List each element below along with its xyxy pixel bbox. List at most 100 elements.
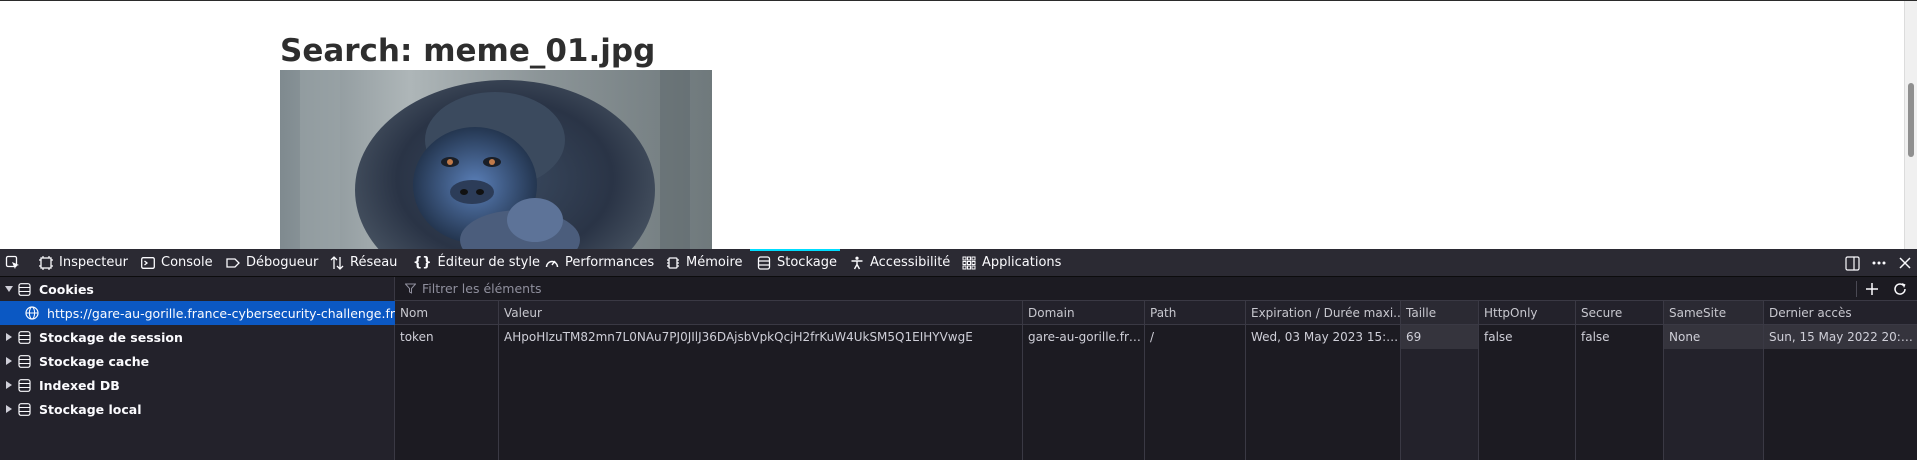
tab-applications[interactable]: Applications — [962, 249, 1061, 276]
tree-item-label: Stockage de session — [39, 329, 183, 345]
storage-icon — [18, 402, 31, 416]
tab-storage[interactable]: Stockage — [757, 249, 837, 276]
cookie-httponly-cell[interactable]: false — [1479, 325, 1576, 349]
cookie-value-cell[interactable]: AHpoHIzuTM82mn7L0NAu7PJ0JIlJ36DAjsbVpkQc… — [499, 325, 1023, 349]
collapsed-arrow-icon[interactable] — [4, 333, 14, 341]
cookie-size-cell[interactable]: 69 — [1401, 325, 1479, 349]
tab-label: Éditeur de style — [437, 255, 540, 270]
cookie-name-cell[interactable]: token — [395, 325, 499, 349]
filter-placeholder: Filtrer les éléments — [422, 281, 542, 296]
tab-label: Console — [161, 255, 213, 270]
devtools-toolbar: Inspecteur Console Débogueur Réseau {} É… — [0, 249, 1917, 277]
column-header-name[interactable]: Nom — [395, 301, 499, 325]
column-fill — [1023, 349, 1145, 460]
page-title: Search: meme_01.jpg — [280, 33, 656, 69]
add-item-button[interactable] — [1863, 280, 1881, 298]
cookie-table-panel: Filtrer les éléments Nom Valeur Domain P… — [395, 277, 1917, 460]
cookie-samesite-cell[interactable]: None — [1664, 325, 1764, 349]
expanded-arrow-icon[interactable] — [4, 285, 14, 293]
tree-item-label: Stockage local — [39, 401, 142, 417]
tab-memory[interactable]: Mémoire — [666, 249, 743, 276]
tree-item-label: Indexed DB — [39, 377, 120, 393]
column-fill — [1145, 349, 1246, 460]
cookie-path-cell[interactable]: / — [1145, 325, 1246, 349]
performance-icon — [545, 260, 559, 267]
column-header-expires[interactable]: Expiration / Durée maxi... — [1246, 301, 1401, 325]
refresh-button[interactable] — [1891, 280, 1909, 298]
column-header-samesite[interactable]: SameSite — [1664, 301, 1764, 325]
cookie-last-access-cell[interactable]: Sun, 15 May 2022 20:19... — [1764, 325, 1917, 349]
collapsed-arrow-icon[interactable] — [4, 405, 14, 413]
storage-tree: Cookies https://gare-au-gorille.france-c… — [0, 277, 395, 460]
column-fill — [395, 349, 499, 460]
gorilla-photo — [280, 70, 712, 249]
page-scrollbar[interactable] — [1904, 1, 1917, 249]
globe-icon — [25, 306, 39, 320]
tab-network[interactable]: Réseau — [330, 249, 397, 276]
tab-label: Performances — [565, 255, 655, 270]
column-fill — [1664, 349, 1764, 460]
tab-debugger[interactable]: Débogueur — [226, 249, 318, 276]
tab-label: Accessibilité — [870, 255, 951, 270]
storage-icon — [18, 330, 31, 344]
tab-label: Réseau — [350, 255, 398, 270]
tree-item-indexed-db[interactable]: Indexed DB — [0, 373, 395, 397]
column-header-domain[interactable]: Domain — [1023, 301, 1145, 325]
tree-item-cookies[interactable]: Cookies — [0, 277, 395, 301]
collapsed-arrow-icon[interactable] — [4, 381, 14, 389]
cookie-expires-cell[interactable]: Wed, 03 May 2023 15:1... — [1246, 325, 1401, 349]
accessibility-icon — [851, 256, 863, 269]
tab-style-editor[interactable]: {} Éditeur de style — [413, 249, 540, 276]
tree-item-local-storage[interactable]: Stockage local — [0, 397, 395, 421]
column-header-httponly[interactable]: HttpOnly — [1479, 301, 1576, 325]
column-fill — [1479, 349, 1576, 460]
tree-item-label: Stockage cache — [39, 353, 150, 369]
tab-accessibility[interactable]: Accessibilité — [850, 249, 950, 276]
tab-performance[interactable]: Performances — [545, 249, 654, 276]
column-fill — [1401, 349, 1479, 460]
tab-label: Inspecteur — [59, 255, 128, 270]
applications-icon — [962, 256, 976, 269]
devtools-panel: Inspecteur Console Débogueur Réseau {} É… — [0, 249, 1917, 460]
column-fill — [1576, 349, 1664, 460]
web-page: Search: meme_01.jpg — [0, 0, 1917, 249]
storage-icon — [757, 255, 771, 270]
tree-item-session-storage[interactable]: Stockage de session — [0, 325, 395, 349]
collapsed-arrow-icon[interactable] — [4, 357, 14, 365]
cookie-secure-cell[interactable]: false — [1576, 325, 1664, 349]
filter-icon — [405, 283, 416, 294]
toolbar-divider — [1856, 281, 1857, 297]
inspector-icon — [39, 255, 53, 270]
tab-label: Mémoire — [686, 255, 743, 270]
console-icon — [141, 256, 155, 269]
close-icon[interactable] — [1896, 254, 1914, 272]
column-fill — [1246, 349, 1401, 460]
tree-item-label: Cookies — [39, 281, 94, 297]
storage-icon — [18, 354, 31, 368]
tab-inspector[interactable]: Inspecteur — [39, 249, 128, 276]
tree-item-label: https://gare-au-gorille.france-cybersecu… — [47, 305, 395, 321]
cookie-domain-cell[interactable]: gare-au-gorille.fra... — [1023, 325, 1145, 349]
filter-bar: Filtrer les éléments — [395, 277, 1917, 301]
scrollbar-thumb[interactable] — [1908, 83, 1914, 157]
column-fill — [499, 349, 1023, 460]
element-picker-icon[interactable] — [4, 254, 22, 272]
memory-icon — [667, 256, 679, 269]
plus-icon — [1866, 283, 1878, 295]
column-header-size[interactable]: Taille — [1401, 301, 1479, 325]
tab-label: Applications — [982, 255, 1062, 270]
style-editor-icon: {} — [413, 255, 432, 270]
column-header-secure[interactable]: Secure — [1576, 301, 1664, 325]
tree-item-origin[interactable]: https://gare-au-gorille.france-cybersecu… — [0, 301, 395, 325]
tree-item-cache-storage[interactable]: Stockage cache — [0, 349, 395, 373]
network-icon — [330, 255, 344, 270]
dock-side-icon[interactable] — [1843, 254, 1861, 272]
column-header-value[interactable]: Valeur — [499, 301, 1023, 325]
tab-console[interactable]: Console — [141, 249, 213, 276]
debugger-icon — [226, 257, 240, 268]
more-options-icon[interactable] — [1870, 254, 1888, 272]
column-header-last-access[interactable]: Dernier accès — [1764, 301, 1917, 325]
column-header-path[interactable]: Path — [1145, 301, 1246, 325]
filter-input[interactable]: Filtrer les éléments — [405, 281, 542, 296]
cookie-table: Nom Valeur Domain Path Expiration / Duré… — [395, 301, 1917, 460]
